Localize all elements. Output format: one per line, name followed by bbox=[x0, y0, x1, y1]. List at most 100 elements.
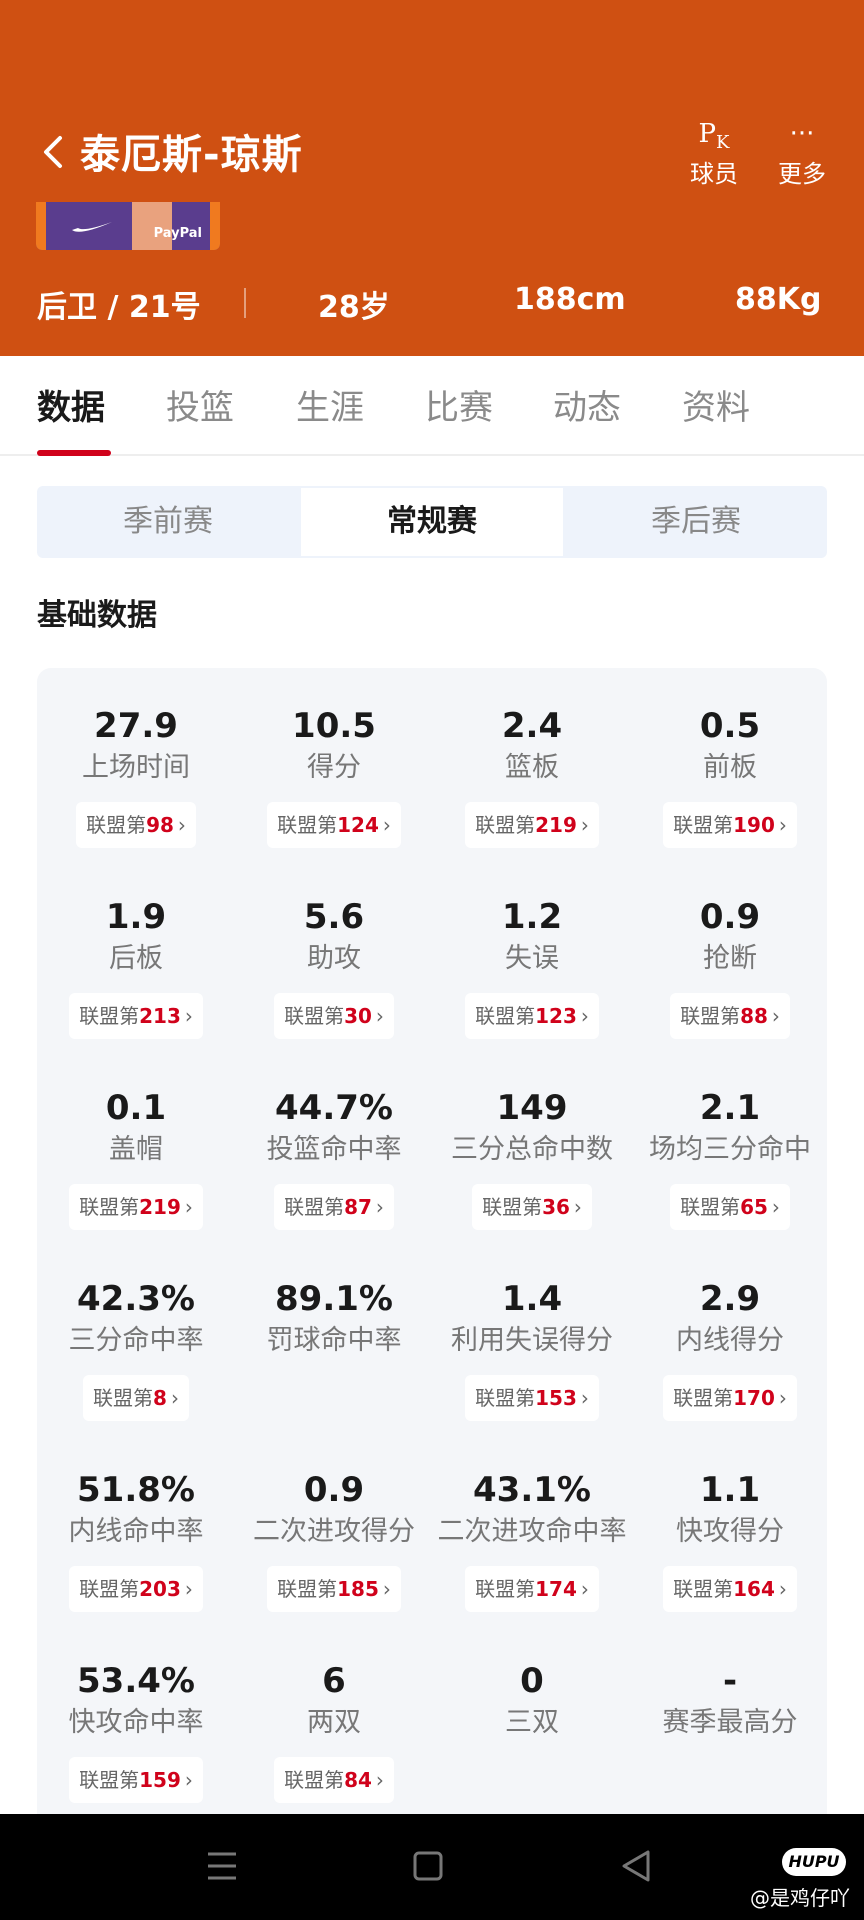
league-rank-button[interactable]: 联盟第87 › bbox=[274, 1184, 394, 1230]
rank-prefix: 联盟第 bbox=[475, 1386, 536, 1410]
league-rank-button[interactable]: 联盟第170 › bbox=[663, 1375, 797, 1421]
league-rank-button[interactable]: 联盟第98 › bbox=[76, 802, 196, 848]
pk-player-button[interactable]: PK 球员 bbox=[674, 118, 754, 189]
league-rank-button[interactable]: 联盟第203 › bbox=[69, 1566, 203, 1612]
league-rank-button[interactable]: 联盟第65 › bbox=[670, 1184, 790, 1230]
stat-cell: 149 三分总命中数联盟第36 › bbox=[433, 1086, 631, 1230]
rank-number: 88 bbox=[740, 1004, 768, 1028]
stat-name: 罚球命中率 bbox=[266, 1325, 402, 1356]
rank-prefix: 联盟第 bbox=[277, 813, 338, 837]
rank-number: 87 bbox=[344, 1195, 372, 1219]
league-rank-button[interactable]: 联盟第36 › bbox=[472, 1184, 592, 1230]
league-rank-button[interactable]: 联盟第8 › bbox=[83, 1375, 189, 1421]
stat-name: 三分总命中数 bbox=[451, 1134, 613, 1165]
rank-number: 124 bbox=[337, 813, 379, 837]
season-type-selector: 季前赛 常规赛 季后赛 bbox=[37, 486, 827, 558]
home-icon[interactable] bbox=[412, 1848, 444, 1884]
season-playoffs[interactable]: 季后赛 bbox=[565, 486, 827, 558]
stat-value: 53.4% bbox=[77, 1661, 195, 1701]
league-rank-button[interactable]: 联盟第159 › bbox=[69, 1757, 203, 1803]
stat-name: 二次进攻得分 bbox=[253, 1516, 415, 1547]
stat-name: 抢断 bbox=[703, 943, 757, 974]
league-rank-button[interactable]: 联盟第88 › bbox=[670, 993, 790, 1039]
jersey-trim-left bbox=[36, 202, 46, 250]
rank-number: 174 bbox=[535, 1577, 577, 1601]
stat-name: 前板 bbox=[703, 752, 757, 783]
tab-stats[interactable]: 数据 bbox=[37, 380, 105, 429]
tab-games[interactable]: 比赛 bbox=[425, 380, 493, 429]
rank-prefix: 联盟第 bbox=[86, 813, 147, 837]
rank-number: 30 bbox=[344, 1004, 372, 1028]
season-regular[interactable]: 常规赛 bbox=[301, 488, 563, 556]
stat-value: 2.1 bbox=[699, 1088, 761, 1128]
stat-cell: 53.4% 快攻命中率 联盟第159 › bbox=[37, 1659, 235, 1803]
stat-value: 1.2 bbox=[501, 897, 563, 937]
rank-prefix: 联盟第 bbox=[79, 1768, 140, 1792]
rank-number: 190 bbox=[733, 813, 775, 837]
rank-number: 36 bbox=[542, 1195, 570, 1219]
league-rank-button[interactable]: 联盟第84 › bbox=[274, 1757, 394, 1803]
stat-name: 上场时间 bbox=[82, 752, 190, 783]
chevron-right-icon: › bbox=[184, 1004, 193, 1028]
tab-shooting[interactable]: 投篮 bbox=[166, 380, 234, 429]
chevron-right-icon: › bbox=[580, 1577, 589, 1601]
rank-prefix: 联盟第 bbox=[482, 1195, 543, 1219]
league-rank-button[interactable]: 联盟第190 › bbox=[663, 802, 797, 848]
stat-name: 篮板 bbox=[505, 752, 559, 783]
stat-cell: 44.7% 投篮命中率 联盟第87 › bbox=[235, 1086, 433, 1230]
rank-prefix: 联盟第 bbox=[475, 1004, 536, 1028]
stat-cell: 42.3% 三分命中率 联盟第8 › bbox=[37, 1277, 235, 1421]
stat-value: 89.1% bbox=[275, 1279, 393, 1319]
league-rank-button[interactable]: 联盟第213 › bbox=[69, 993, 203, 1039]
more-label: 更多 bbox=[778, 160, 826, 188]
stat-name: 三双 bbox=[505, 1707, 559, 1738]
chevron-right-icon: › bbox=[778, 813, 787, 837]
stat-cell: - 赛季最高分 bbox=[631, 1659, 829, 1747]
system-nav-bar bbox=[0, 1814, 864, 1920]
league-rank-button[interactable]: 联盟第174 › bbox=[465, 1566, 599, 1612]
tab-news[interactable]: 动态 bbox=[553, 380, 621, 429]
rank-prefix: 联盟第 bbox=[673, 1386, 734, 1410]
rank-number: 84 bbox=[344, 1768, 372, 1792]
stat-cell: 1.2 失误 联盟第123 › bbox=[433, 895, 631, 1039]
league-rank-button[interactable]: 联盟第219 › bbox=[69, 1184, 203, 1230]
rank-number: 219 bbox=[139, 1195, 181, 1219]
league-rank-button[interactable]: 联盟第185 › bbox=[267, 1566, 401, 1612]
league-rank-button[interactable]: 联盟第219 › bbox=[465, 802, 599, 848]
back-arrow-icon[interactable] bbox=[36, 132, 72, 172]
stat-cell: 5.6 助攻 联盟第30 › bbox=[235, 895, 433, 1039]
back-triangle-icon[interactable] bbox=[620, 1848, 652, 1884]
more-dots-icon: ··· bbox=[789, 119, 815, 149]
stat-cell: 6 两双 联盟第84 › bbox=[235, 1659, 433, 1803]
league-rank-button[interactable]: 联盟第164 › bbox=[663, 1566, 797, 1612]
league-rank-button[interactable]: 联盟第153 › bbox=[465, 1375, 599, 1421]
stat-name: 二次进攻命中率 bbox=[437, 1516, 627, 1547]
chevron-right-icon: › bbox=[177, 813, 186, 837]
rank-prefix: 联盟第 bbox=[284, 1004, 345, 1028]
stat-name: 场均三分命中 bbox=[649, 1134, 811, 1165]
stat-cell: 0.5 前板 联盟第190 › bbox=[631, 704, 829, 848]
menu-icon[interactable] bbox=[206, 1848, 238, 1884]
more-button[interactable]: ··· 更多 bbox=[762, 118, 842, 189]
league-rank-button[interactable]: 联盟第30 › bbox=[274, 993, 394, 1039]
tabs-divider bbox=[0, 454, 864, 456]
stat-name: 助攻 bbox=[307, 943, 361, 974]
league-rank-button[interactable]: 联盟第123 › bbox=[465, 993, 599, 1039]
league-rank-button[interactable]: 联盟第124 › bbox=[267, 802, 401, 848]
stat-cell: 1.4 利用失误得分 联盟第153 › bbox=[433, 1277, 631, 1421]
rank-prefix: 联盟第 bbox=[277, 1577, 338, 1601]
rank-prefix: 联盟第 bbox=[79, 1195, 140, 1219]
chevron-right-icon: › bbox=[580, 1386, 589, 1410]
rank-prefix: 联盟第 bbox=[673, 1577, 734, 1601]
tab-profile[interactable]: 资料 bbox=[682, 380, 750, 429]
jersey-sponsor: PayPal bbox=[153, 226, 202, 241]
section-title-basic-stats: 基础数据 bbox=[37, 598, 157, 633]
stat-value: 42.3% bbox=[77, 1279, 195, 1319]
season-preseason[interactable]: 季前赛 bbox=[37, 486, 299, 558]
active-tab-indicator bbox=[37, 450, 111, 456]
rank-prefix: 联盟第 bbox=[284, 1768, 345, 1792]
stat-value: 149 bbox=[496, 1088, 568, 1128]
tab-career[interactable]: 生涯 bbox=[296, 380, 364, 429]
rank-number: 185 bbox=[337, 1577, 379, 1601]
rank-number: 159 bbox=[139, 1768, 181, 1792]
